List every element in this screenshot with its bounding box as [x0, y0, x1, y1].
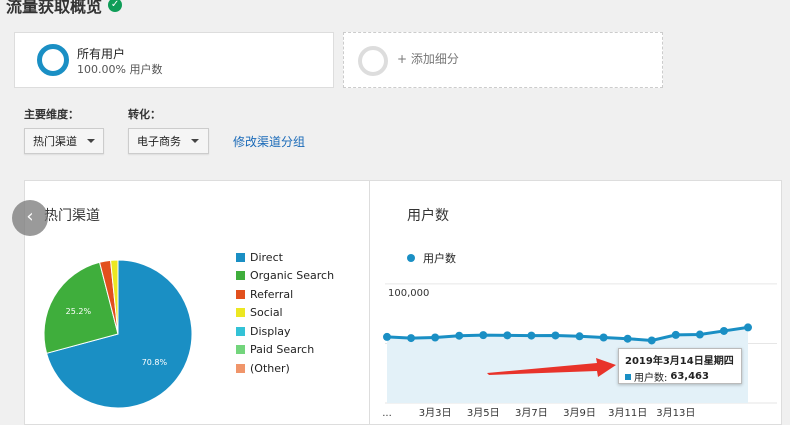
previous-button[interactable]: ‹ — [12, 200, 48, 236]
legend-item: Referral — [236, 285, 334, 304]
x-tick-label: 3月7日 — [515, 407, 548, 419]
legend-label: Direct — [250, 250, 283, 264]
legend-swatch-icon — [236, 363, 245, 373]
legend-label: Referral — [250, 287, 294, 301]
series-point — [647, 336, 656, 345]
tooltip-date: 2019年3月14日星期四 — [625, 356, 734, 367]
line-legend: 用户数 — [407, 250, 456, 266]
x-tick-label: 3月11日 — [608, 407, 647, 419]
tooltip-metric: 用户数: — [634, 373, 668, 384]
tooltip-value: 63,463 — [670, 371, 709, 382]
legend-swatch-icon — [236, 252, 245, 262]
series-point — [527, 331, 536, 340]
series-point — [551, 331, 560, 340]
legend-item: Organic Search — [236, 267, 334, 286]
legend-label: Paid Search — [250, 343, 315, 357]
pie-legend: Direct Organic Search Referral Social Displa… — [236, 248, 334, 378]
series-point — [455, 331, 464, 340]
legend-item: (Other) — [236, 359, 334, 378]
legend-item: Direct — [236, 248, 334, 267]
legend-label: (Other) — [250, 361, 290, 375]
legend-item: Display — [236, 322, 334, 341]
series-point — [407, 334, 416, 343]
legend-swatch-icon — [236, 271, 245, 281]
pie-slice-label: 70.8% — [142, 358, 168, 367]
chart-tooltip: 2019年3月14日星期四 用户数: 63,463 — [618, 348, 742, 384]
legend-label: Social — [250, 306, 283, 320]
legend-swatch-icon — [236, 345, 245, 355]
legend-swatch-icon — [236, 289, 245, 299]
series-point — [695, 330, 704, 339]
legend-swatch-icon — [236, 326, 245, 336]
x-tick-label: 3月13日 — [656, 407, 695, 419]
tooltip-swatch-icon — [625, 373, 631, 380]
series-point — [383, 332, 391, 341]
series-point — [744, 323, 752, 332]
legend-item: Social — [236, 304, 334, 323]
series-point — [599, 333, 608, 342]
series-point — [671, 330, 680, 339]
series-point — [431, 333, 440, 342]
series-point — [719, 326, 728, 335]
line-legend-label: 用户数 — [423, 252, 456, 265]
x-tick-label: 3月3日 — [419, 407, 452, 419]
legend-swatch-icon — [236, 308, 245, 318]
x-tick-label: 3月5日 — [467, 407, 500, 419]
y-tick-label: 100,000 — [388, 288, 429, 299]
series-point — [623, 334, 632, 343]
series-point — [503, 331, 512, 340]
x-tick-label: 3月9日 — [563, 407, 596, 419]
series-dot-icon — [407, 254, 415, 262]
x-tick-label: ... — [382, 408, 392, 419]
series-point — [479, 331, 488, 340]
legend-label: Display — [250, 324, 291, 338]
series-point — [575, 332, 584, 341]
legend-item: Paid Search — [236, 341, 334, 360]
legend-label: Organic Search — [250, 269, 335, 283]
pie-slice-label: 25.2% — [66, 307, 92, 316]
